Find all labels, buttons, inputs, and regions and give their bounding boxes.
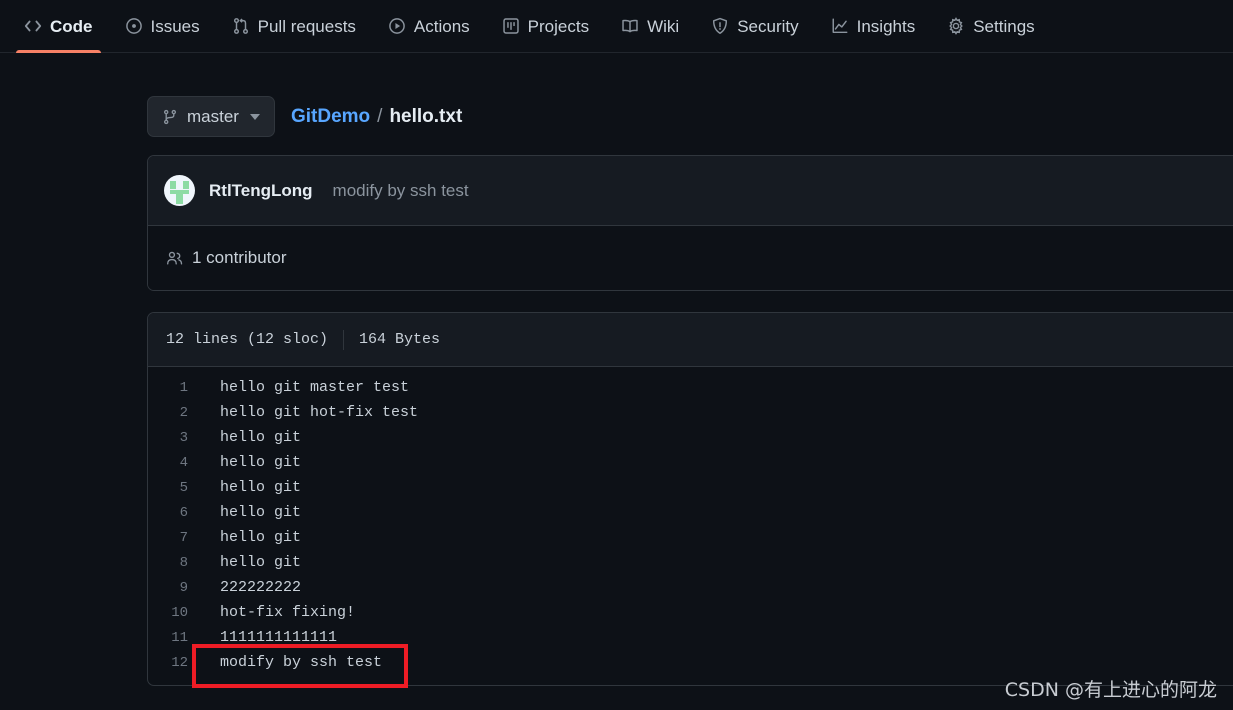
tab-issues[interactable]: Issues (109, 0, 216, 53)
watermark: CSDN @有上进心的阿龙 (1004, 679, 1217, 701)
line-number[interactable]: 1 (148, 380, 198, 396)
line-content: hello git (220, 429, 302, 446)
git-pull-request-icon (232, 17, 250, 35)
code-line[interactable]: 7 hello git (148, 525, 1233, 550)
line-number[interactable]: 3 (148, 430, 198, 446)
tab-label: Actions (413, 16, 470, 36)
blob-lines-label: 12 lines (12 sloc) (166, 331, 329, 348)
line-content: hello git (220, 504, 302, 521)
line-number[interactable]: 12 (148, 655, 198, 671)
code-content: 1 hello git master test 2 hello git hot-… (148, 367, 1233, 685)
code-line[interactable]: 5 hello git (148, 475, 1233, 500)
chevron-down-icon (249, 113, 260, 120)
contributors-label: 1 contributor (192, 248, 287, 267)
shield-icon (711, 17, 729, 35)
tab-pull-requests[interactable]: Pull requests (216, 0, 372, 53)
line-content: hot-fix fixing! (220, 604, 356, 621)
repo-nav: Code Issues Pull requests Actions Projec… (0, 0, 1233, 53)
breadcrumb-filename: hello.txt (389, 105, 463, 127)
line-content: 222222222 (220, 579, 302, 596)
code-line[interactable]: 11 1111111111111 (148, 625, 1233, 650)
git-branch-icon (162, 109, 178, 125)
line-number[interactable]: 6 (148, 505, 198, 521)
people-icon (166, 250, 183, 267)
tab-label: Pull requests (257, 16, 356, 36)
code-line[interactable]: 3 hello git (148, 425, 1233, 450)
code-line[interactable]: 10 hot-fix fixing! (148, 600, 1233, 625)
commit-author-link[interactable]: RtlTengLong (209, 181, 313, 201)
code-line[interactable]: 6 hello git (148, 500, 1233, 525)
branch-name-label: master (187, 106, 239, 126)
code-line[interactable]: 4 hello git (148, 450, 1233, 475)
tab-code[interactable]: Code (8, 0, 109, 53)
tab-label: Code (50, 16, 93, 36)
breadcrumb: GitDemo / hello.txt (291, 106, 462, 128)
latest-commit-row: RtlTengLong modify by ssh test (148, 156, 1233, 226)
code-line[interactable]: 1 hello git master test (148, 375, 1233, 400)
tab-insights[interactable]: Insights (815, 0, 932, 53)
gear-icon (947, 17, 965, 35)
line-number[interactable]: 8 (148, 555, 198, 571)
code-line[interactable]: 2 hello git hot-fix test (148, 400, 1233, 425)
line-content: hello git (220, 454, 302, 471)
tab-security[interactable]: Security (695, 0, 814, 53)
identicon-avatar[interactable] (164, 175, 195, 206)
line-number[interactable]: 10 (148, 605, 198, 621)
breadcrumb-separator: / (377, 105, 383, 127)
code-line[interactable]: 12 modify by ssh test (148, 650, 1233, 675)
tab-projects[interactable]: Projects (486, 0, 605, 53)
line-content: modify by ssh test (220, 654, 383, 671)
commit-info-card: RtlTengLong modify by ssh test 1 contrib… (147, 155, 1233, 291)
tab-label: Security (737, 16, 799, 36)
line-content: hello git (220, 479, 302, 496)
breadcrumb-repo-link[interactable]: GitDemo (291, 106, 370, 128)
commit-message[interactable]: modify by ssh test (333, 181, 469, 201)
tab-actions[interactable]: Actions (372, 0, 486, 53)
contributors-row[interactable]: 1 contributor (148, 226, 1233, 290)
tab-label: Insights (856, 16, 916, 36)
tab-wiki[interactable]: Wiki (605, 0, 695, 53)
graph-icon (831, 17, 849, 35)
blob-header-divider (343, 329, 345, 350)
line-number[interactable]: 5 (148, 480, 198, 496)
line-content: hello git (220, 529, 302, 546)
play-icon (388, 17, 406, 35)
code-line[interactable]: 9 222222222 (148, 575, 1233, 600)
line-number[interactable]: 2 (148, 405, 198, 421)
book-icon (621, 17, 639, 35)
project-board-icon (502, 17, 520, 35)
tab-label: Projects (527, 16, 590, 36)
line-number[interactable]: 4 (148, 455, 198, 471)
code-line[interactable]: 8 hello git (148, 550, 1233, 575)
line-number[interactable]: 9 (148, 580, 198, 596)
branch-selector-button[interactable]: master (147, 96, 275, 137)
blob-header: 12 lines (12 sloc) 164 Bytes (148, 313, 1233, 367)
tab-settings[interactable]: Settings (931, 0, 1050, 53)
file-header-row: master GitDemo / hello.txt (147, 96, 462, 137)
line-number[interactable]: 7 (148, 530, 198, 546)
tab-label: Wiki (647, 16, 680, 36)
file-blob-box: 12 lines (12 sloc) 164 Bytes 1 hello git… (147, 312, 1233, 686)
line-content: hello git (220, 554, 302, 571)
line-content: 1111111111111 (220, 629, 338, 646)
line-content: hello git master test (220, 379, 410, 396)
blob-size-label: 164 Bytes (359, 331, 441, 348)
issue-opened-icon (125, 17, 143, 35)
line-number[interactable]: 11 (148, 630, 198, 646)
tab-label: Issues (150, 16, 200, 36)
code-icon (24, 17, 42, 35)
tab-label: Settings (973, 16, 1035, 36)
line-content: hello git hot-fix test (220, 404, 419, 421)
